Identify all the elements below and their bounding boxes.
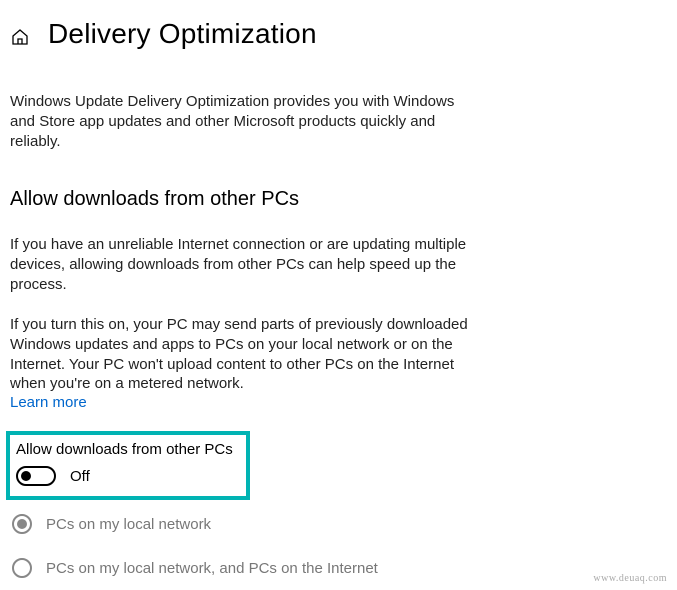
radio-icon (12, 558, 32, 578)
section-para-2-block: If you turn this on, your PC may send pa… (10, 315, 470, 412)
radio-icon (12, 514, 32, 534)
radio-label: PCs on my local network (46, 516, 211, 533)
home-icon[interactable] (10, 27, 30, 47)
section-title: Allow downloads from other PCs (10, 188, 470, 211)
page-header: Delivery Optimization (10, 18, 667, 50)
intro-text: Windows Update Delivery Optimization pro… (10, 92, 470, 152)
toggle-state-text: Off (70, 468, 90, 485)
allow-downloads-toggle[interactable] (16, 466, 56, 486)
section-para-2: If you turn this on, your PC may send pa… (10, 315, 470, 395)
highlight-box: Allow downloads from other PCs Off (6, 431, 250, 500)
content-area: Windows Update Delivery Optimization pro… (10, 92, 470, 578)
toggle-row: Off (16, 466, 240, 486)
section-para-1: If you have an unreliable Internet conne… (10, 235, 470, 295)
radio-option-local[interactable]: PCs on my local network (12, 514, 470, 534)
toggle-label: Allow downloads from other PCs (16, 441, 240, 458)
watermark: www.deuaq.com (593, 573, 667, 584)
radio-option-internet[interactable]: PCs on my local network, and PCs on the … (12, 558, 470, 578)
radio-label: PCs on my local network, and PCs on the … (46, 560, 378, 577)
page-title: Delivery Optimization (48, 18, 317, 50)
learn-more-link[interactable]: Learn more (10, 394, 87, 411)
